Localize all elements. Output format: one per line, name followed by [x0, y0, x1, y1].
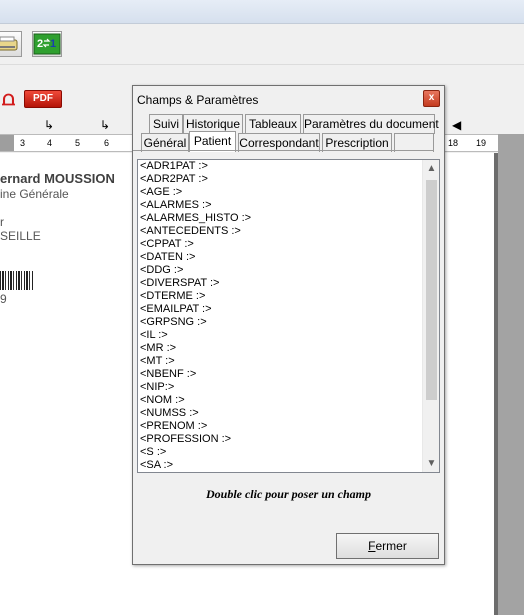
field-list-item[interactable]: <SA :> [140, 459, 424, 472]
pdf-export-button[interactable]: PDF [24, 90, 62, 108]
fermer-button-label: Fermer [368, 539, 407, 553]
ruler-label: 6 [104, 138, 110, 148]
field-list-item[interactable]: <ADR2PAT :> [140, 173, 424, 186]
ruler-label: 3 [20, 138, 26, 148]
dialog-close-button[interactable]: x [423, 90, 440, 107]
field-list-item[interactable]: <MR :> [140, 342, 424, 355]
tab-parametres-document[interactable]: Paramètres du document [303, 114, 439, 134]
fields-listbox[interactable]: <ADR1PAT :> <ADR2PAT :> <AGE :> <ALARMES :>… [137, 159, 440, 473]
scanner-button[interactable] [0, 31, 22, 57]
ruler-margin [0, 135, 14, 151]
ruler-label: 19 [476, 138, 487, 148]
field-list-item[interactable]: <NOM :> [140, 394, 424, 407]
field-list-item[interactable]: <S :> [140, 446, 424, 459]
field-list-item[interactable]: <NBENF :> [140, 368, 424, 381]
ruler-label: 4 [47, 138, 53, 148]
tab-strip-border [133, 150, 433, 151]
field-list-item[interactable]: <ANTECEDENTS :> [140, 225, 424, 238]
vertical-scrollbar[interactable]: ▲ ▼ [422, 160, 439, 472]
address-line: r [0, 215, 4, 229]
field-list-item[interactable]: <PRENOM :> [140, 420, 424, 433]
field-list-item[interactable]: <ALARMES_HISTO :> [140, 212, 424, 225]
usage-hint: Double clic pour poser un champ [205, 487, 371, 501]
dialog-title-bar[interactable]: Champs & Paramètres x [133, 86, 444, 112]
field-list-item[interactable]: <ALARMES :> [140, 199, 424, 212]
fields-list: <ADR1PAT :> <ADR2PAT :> <AGE :> <ALARMES :>… [140, 160, 424, 472]
tab-label: Prescription [325, 136, 389, 150]
field-list-item[interactable]: <ADR1PAT :> [140, 160, 424, 173]
pdf-icon: PDF [33, 93, 53, 104]
ruler-label: 5 [75, 138, 81, 148]
tab-tableaux[interactable]: Tableaux [245, 114, 301, 134]
scroll-up-button[interactable]: ▲ [423, 160, 439, 177]
field-list-item[interactable]: <GRPSNG :> [140, 316, 424, 329]
tab-label: Suivi [152, 117, 179, 131]
field-list-item[interactable]: <EMAILPAT :> [140, 303, 424, 316]
tab-label: Historique [185, 117, 241, 131]
replace-button[interactable]: 2 1 [32, 31, 62, 57]
barcode-number: 9 [0, 292, 7, 306]
field-list-item[interactable]: <DIVERSPAT :> [140, 277, 424, 290]
field-list-item[interactable]: <DTERME :> [140, 290, 424, 303]
svg-text:1: 1 [50, 38, 56, 50]
scanner-icon [0, 36, 18, 51]
fields-dialog: Champs & Paramètres x Suivi Historique T… [132, 85, 445, 565]
scroll-down-button[interactable]: ▼ [423, 455, 439, 472]
field-list-item[interactable]: <DATEN :> [140, 251, 424, 264]
tab-label: Correspondant [239, 136, 319, 150]
barcode [0, 271, 34, 290]
tab-suivi[interactable]: Suivi [149, 114, 183, 134]
acrobat-icon: ⩍ [2, 88, 15, 110]
tab-label: Tableaux [248, 117, 298, 131]
svg-text:2: 2 [37, 38, 43, 50]
ruler-label: 18 [448, 138, 459, 148]
field-list-item[interactable]: <NIP:> [140, 381, 424, 394]
tab-label: Paramètres du document [304, 117, 439, 131]
field-list-item[interactable]: <IL :> [140, 329, 424, 342]
tab-stop-icon[interactable]: ↳ [44, 118, 54, 132]
window-top-bar [0, 0, 524, 24]
field-list-item[interactable]: <AGE :> [140, 186, 424, 199]
field-list-item[interactable]: <CPPAT :> [140, 238, 424, 251]
tab-stop-icon[interactable]: ↳ [100, 118, 110, 132]
doctor-name: ernard MOUSSION [0, 171, 115, 186]
chevron-up-icon: ▲ [426, 163, 437, 174]
dialog-title: Champs & Paramètres [137, 93, 259, 107]
tab-label: Général [143, 136, 187, 150]
close-icon: x [428, 92, 435, 103]
scrollbar-thumb[interactable] [426, 180, 437, 400]
replace-icon: 2 1 [33, 33, 61, 55]
main-toolbar: 2 1 [0, 25, 524, 65]
field-list-item[interactable]: <PROFESSION :> [140, 433, 424, 446]
field-list-item[interactable]: <MT :> [140, 355, 424, 368]
address-city: SEILLE [0, 229, 41, 243]
field-list-item[interactable]: <NUMSS :> [140, 407, 424, 420]
field-list-item[interactable]: <DDG :> [140, 264, 424, 277]
workspace-background [498, 134, 524, 615]
doctor-specialty: ine Générale [0, 187, 69, 201]
fermer-button[interactable]: Fermer [336, 533, 439, 559]
tab-label: Patient [193, 134, 232, 148]
chevron-down-icon: ▼ [426, 458, 437, 469]
indent-marker-icon[interactable]: ◀ [452, 118, 461, 132]
